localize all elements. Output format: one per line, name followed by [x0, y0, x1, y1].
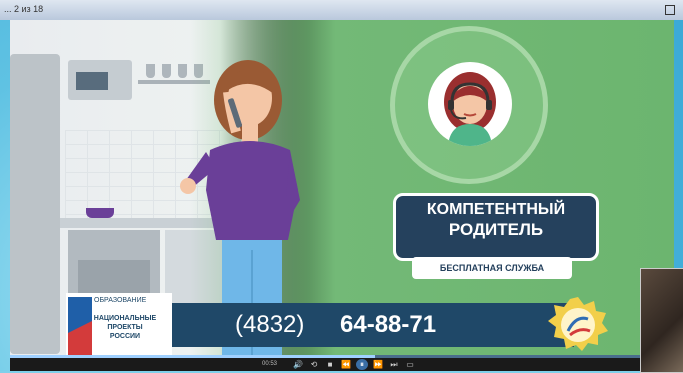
window-title: ... 2 из 18 — [4, 4, 44, 14]
operator-avatar — [428, 62, 512, 146]
fullscreen-icon[interactable]: ▭ — [404, 359, 416, 370]
logo-line2: ПРОЕКТЫ — [107, 324, 143, 331]
national-projects-logo: ОБРАЗОВАНИЕ НАЦИОНАЛЬНЫЕ ПРОЕКТЫ РОССИИ — [66, 293, 172, 359]
forward-icon[interactable]: ⏩ — [372, 359, 384, 370]
service-emblem-logo — [548, 297, 608, 351]
phone-number: 64-88-71 — [340, 311, 437, 338]
operator-illustration — [444, 72, 496, 146]
playback-time: 00:53 — [262, 361, 278, 367]
pause-icon[interactable]: ⏸ — [356, 359, 368, 370]
phone-prefix: (4832) — [235, 311, 305, 338]
window-titlebar[interactable]: ... 2 из 18 — [0, 0, 683, 20]
microwave-illustration — [68, 60, 132, 100]
webcam-inset — [640, 268, 683, 373]
loop-icon[interactable]: ⟲ — [308, 359, 320, 370]
glass-illustration — [146, 64, 155, 78]
next-icon[interactable]: ⏭ — [388, 359, 400, 370]
maximize-icon[interactable] — [665, 5, 675, 15]
fridge-illustration — [10, 54, 60, 354]
volume-icon[interactable]: 🔊 — [292, 359, 304, 370]
logo-line1: НАЦИОНАЛЬНЫЕ — [93, 315, 157, 322]
badge-title-line1: КОМПЕТЕНТНЫЙ — [426, 201, 566, 218]
pan-illustration — [86, 208, 114, 218]
badge-title-line2: РОДИТЕЛЬ — [448, 220, 544, 239]
player-controls: 00:53 🔊 ⟲ ■ ⏪ ⏸ ⏩ ⏭ ▭ — [10, 358, 674, 371]
badge-subtitle: БЕСПЛАТНАЯ СЛУЖБА — [412, 257, 572, 279]
video-frame[interactable]: КОМПЕТЕНТНЫЙ РОДИТЕЛЬ БЕСПЛАТНАЯ СЛУЖБА … — [10, 20, 674, 360]
competent-parent-badge: КОМПЕТЕНТНЫЙ РОДИТЕЛЬ — [393, 193, 599, 261]
logo-category: ОБРАЗОВАНИЕ — [94, 297, 147, 304]
rewind-icon[interactable]: ⏪ — [340, 359, 352, 370]
phone-bar: (4832) 64-88-71 — [168, 303, 574, 347]
stop-icon[interactable]: ■ — [324, 359, 336, 370]
logo-line3: РОССИИ — [109, 333, 141, 340]
